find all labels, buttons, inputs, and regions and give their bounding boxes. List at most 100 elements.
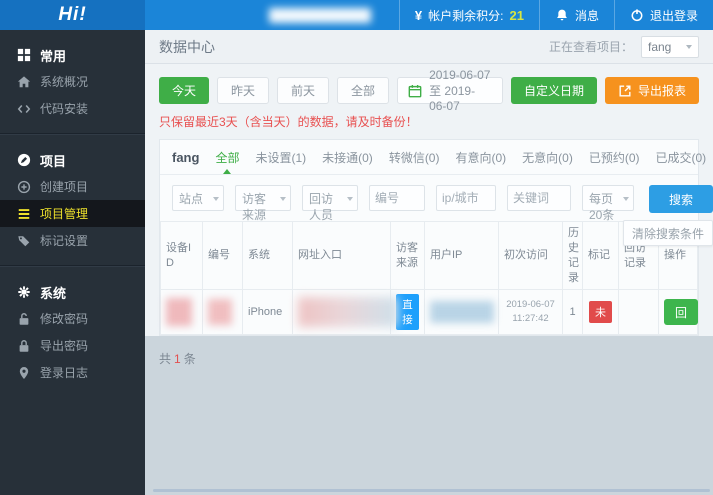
user-ip-redacted (430, 301, 494, 324)
cell-system: iPhone (242, 289, 293, 336)
cell-first-visit: 2019-06-07 11:27:42 (498, 289, 563, 336)
date-filter-row: 今天 昨天 前天 全部 2019-06-07 至 2019-06-07 自定义日… (159, 68, 699, 113)
export-report-button[interactable]: 导出报表 (604, 77, 699, 104)
section-title: 常用 (40, 48, 67, 64)
sidebar-section-common: 常用 (0, 42, 145, 68)
quick-date-today-button[interactable]: 今天 (159, 77, 210, 104)
sidebar-item-tag-settings[interactable]: 标记设置 (0, 227, 145, 254)
tab-unset[interactable]: 未设置(1) (255, 149, 306, 166)
top-bar: Hi! ¥ 帐户剩余积分: 21 消息 退出登录 (0, 0, 713, 30)
sidebar-item-label: 项目管理 (40, 207, 89, 221)
username-redacted (268, 7, 371, 23)
number-redacted (208, 299, 232, 326)
sidebar-item-system-overview[interactable]: 系统概况 (0, 68, 145, 95)
sidebar-item-label: 标记设置 (40, 234, 89, 248)
search-filter-row: 站点 访客来源 回访人员 每页20条 搜索 清除搜索条件 (160, 175, 713, 246)
tab-not-interested[interactable]: 无意向(0) (522, 149, 573, 166)
tab-not-connected[interactable]: 未接通(0) (322, 149, 373, 166)
points-value: 21 (509, 7, 524, 23)
page-size-value: 每页20条 (589, 192, 615, 222)
col-mark: 标记 (582, 220, 619, 291)
project-select-value: fang (648, 39, 672, 54)
callback-person-select[interactable]: 回访人员 (302, 185, 358, 222)
date-range-value: 2019-06-07 至 2019-06-07 (429, 68, 491, 113)
sidebar: 常用 系统概况 代码安装 项目 创建项目 项目管理 标记设置 系统 修改密码 导… (0, 30, 145, 495)
sidebar-divider (0, 133, 145, 135)
visitors-table: 设备ID 编号 系统 网址入口 访客来源 用户IP 初次访问 历史记录 标记 回… (160, 220, 698, 336)
col-system: 系统 (242, 220, 293, 291)
sidebar-item-change-password[interactable]: 修改密码 (0, 305, 145, 332)
sidebar-item-label: 登录日志 (40, 366, 89, 380)
col-device-id: 设备ID (160, 220, 203, 291)
quick-date-yesterday-button[interactable]: 昨天 (217, 77, 270, 104)
sidebar-item-export-password[interactable]: 导出密码 (0, 332, 145, 359)
logout-button[interactable]: 退出登录 (615, 0, 713, 30)
total-count: 共1条 (145, 336, 713, 367)
messages-button[interactable]: 消息 (540, 0, 614, 30)
site-select-value: 站点 (179, 192, 204, 206)
page-title: 数据中心 (159, 38, 215, 55)
project-select[interactable]: fang (641, 35, 699, 58)
total-prefix: 共 (159, 352, 172, 367)
sidebar-divider (0, 265, 145, 267)
code-icon (17, 102, 31, 116)
home-icon (17, 75, 31, 89)
visitor-source-select[interactable]: 访客来源 (235, 185, 291, 222)
total-suffix: 条 (183, 352, 196, 367)
sidebar-item-code-install[interactable]: 代码安装 (0, 95, 145, 122)
tab-to-wechat[interactable]: 转微信(0) (389, 149, 440, 166)
col-user-ip: 用户IP (424, 220, 499, 291)
first-visit-date: 2019-06-07 (506, 299, 555, 311)
clear-search-button[interactable]: 清除搜索条件 (622, 220, 713, 246)
sidebar-section-system: 系统 (0, 279, 145, 305)
quick-date-all-button[interactable]: 全部 (337, 77, 390, 104)
cell-user-ip (424, 289, 499, 336)
sidebar-item-login-log[interactable]: 登录日志 (0, 359, 145, 386)
grid-icon (17, 48, 31, 62)
tab-closed[interactable]: 已成交(0) (656, 149, 707, 166)
keyword-input[interactable] (507, 185, 571, 211)
unlock-icon (17, 312, 31, 326)
search-button[interactable]: 搜索 (649, 185, 713, 213)
points-label: 帐户剩余积分: (428, 8, 504, 23)
cell-number (202, 289, 243, 336)
retention-warning: 只保留最近3天（含当天）的数据，请及时备份！ (159, 115, 418, 129)
date-range-picker[interactable]: 2019-06-07 至 2019-06-07 (397, 68, 503, 113)
sidebar-item-label: 创建项目 (40, 180, 89, 194)
col-url-entry: 网址入口 (292, 220, 391, 291)
section-title: 项目 (40, 153, 67, 169)
bottom-edge-decoration (153, 489, 710, 492)
page-size-select[interactable]: 每页20条 (582, 185, 634, 222)
site-select[interactable]: 站点 (172, 185, 224, 211)
tab-all[interactable]: 全部 (215, 149, 239, 166)
export-report-label: 导出报表 (637, 84, 686, 98)
sidebar-item-project-management[interactable]: 项目管理 (0, 200, 145, 227)
cell-device-id (160, 289, 203, 336)
tab-project-name: fang (172, 149, 200, 165)
number-input[interactable] (369, 185, 425, 211)
sidebar-item-label: 修改密码 (40, 312, 89, 326)
bell-icon (555, 8, 569, 22)
quick-date-daybefore-button[interactable]: 前天 (277, 77, 330, 104)
chevron-down-icon (686, 45, 692, 52)
custom-date-button[interactable]: 自定义日期 (510, 77, 597, 104)
ip-city-input[interactable] (436, 185, 496, 211)
export-icon (618, 84, 632, 98)
cell-mark: 未 (582, 289, 619, 336)
cell-history: 1 (562, 289, 583, 336)
mark-badge: 未 (589, 301, 612, 324)
data-panel: 今天 昨天 前天 全部 2019-06-07 至 2019-06-07 自定义日… (145, 64, 713, 337)
device-id-redacted (166, 298, 192, 327)
sidebar-section-project: 项目 (0, 147, 145, 173)
tab-reserved[interactable]: 已预约(0) (589, 149, 640, 166)
sidebar-item-create-project[interactable]: 创建项目 (0, 173, 145, 200)
lock-icon (17, 339, 31, 353)
callback-person-value: 回访人员 (309, 192, 334, 222)
col-first-visit: 初次访问 (498, 220, 563, 291)
callback-button[interactable]: 回 (664, 299, 698, 326)
cell-callback-record (618, 289, 659, 336)
results-card: fang 全部 未设置(1) 未接通(0) 转微信(0) 有意向(0) 无意向(… (159, 139, 713, 337)
logout-label: 退出登录 (649, 8, 698, 23)
plus-circle-icon (17, 180, 31, 194)
tab-interested[interactable]: 有意向(0) (455, 149, 506, 166)
